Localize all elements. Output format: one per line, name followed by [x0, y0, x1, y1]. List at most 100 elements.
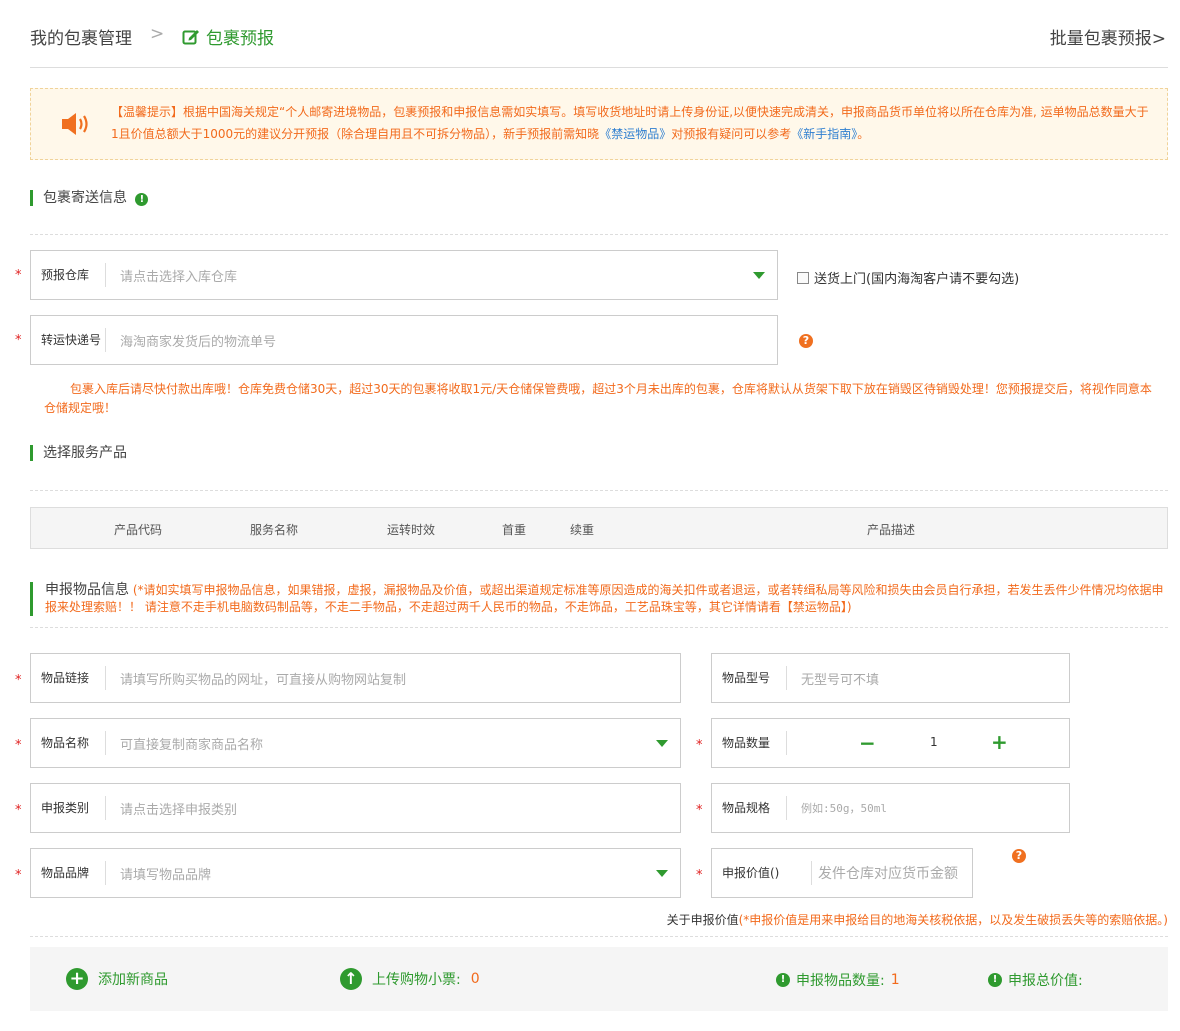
item-model-label: 物品型号 [712, 666, 787, 690]
col-service-name: 服务名称 [250, 523, 299, 537]
declare-value-note: 关于申报价值(*申报价值是用来申报给目的地海关核税依据，以及发生破损丢失等的索赔… [667, 911, 1168, 928]
info-icon: ! [988, 973, 1002, 987]
divider [30, 627, 1168, 628]
divider [30, 490, 1168, 491]
warehouse-placeholder: 请点击选择入库仓库 [120, 269, 238, 285]
banned-items-link[interactable]: 《禁运物品》 [599, 127, 671, 141]
quantity-controls: − 1 + [787, 719, 1069, 767]
upload-receipt-label: 上传购物小票: [372, 972, 461, 988]
storage-notice: 包裹入库后请尽快付款出库哦！仓库免费仓储30天，超过30天的包裹将收取1元/天仓… [44, 382, 1152, 415]
required-mark: * [696, 738, 703, 753]
beginner-guide-link[interactable]: 《新手指南》 [791, 127, 857, 141]
declare-category-placeholder: 请点击选择申报类别 [120, 802, 238, 818]
breadcrumb-current-label: 包裹预报 [206, 29, 274, 49]
divider [30, 234, 1168, 235]
declare-category-select[interactable]: 申报类别 请点击选择申报类别 [30, 783, 681, 833]
header-divider [30, 67, 1168, 68]
add-item-label: 添加新商品 [98, 972, 168, 988]
add-item-button[interactable]: + 添加新商品 [66, 968, 168, 990]
item-brand-combobox[interactable]: 物品品牌 请填写物品品牌 [30, 848, 681, 898]
tip-text-b: 对预报有疑问可以参考 [671, 127, 792, 141]
tracking-label: 转运快递号 [31, 328, 106, 352]
declare-value-note-text: (*申报价值是用来申报给目的地海关核税依据，以及发生破损丢失等的索赔依据。) [738, 913, 1168, 927]
plus-circle-icon: + [66, 968, 88, 990]
upload-icon: ↑ [340, 968, 362, 990]
breadcrumb-root[interactable]: 我的包裹管理 [30, 24, 132, 49]
chevron-down-icon[interactable] [656, 739, 668, 747]
speaker-icon [62, 113, 88, 135]
section-service-label: 选择服务产品 [43, 445, 127, 461]
tracking-placeholder: 海淘商家发货后的物流单号 [120, 334, 277, 350]
delivery-option[interactable]: 送货上门(国内海淘客户请不要勾选) [797, 268, 1019, 287]
breadcrumb-current: 包裹预报 [182, 24, 274, 49]
edit-icon [182, 29, 199, 44]
declare-value-input[interactable]: 申报价值() 发件仓库对应货币金额 [711, 848, 973, 898]
item-model-placeholder: 无型号可不填 [801, 672, 880, 688]
declare-value-label: 申报价值() [712, 861, 812, 885]
quantity-decrement-button[interactable]: − [859, 731, 876, 755]
item-name-label: 物品名称 [31, 731, 106, 755]
breadcrumb-separator: > [150, 24, 165, 44]
item-link-placeholder: 请填写所购买物品的网址，可直接从购物网站复制 [120, 672, 407, 688]
required-mark: * [15, 333, 22, 348]
warehouse-select[interactable]: 预报仓库 请点击选择入库仓库 [30, 250, 778, 300]
help-icon[interactable]: ? [799, 334, 813, 348]
item-model-input[interactable]: 物品型号 无型号可不填 [711, 653, 1070, 703]
delivery-label: 送货上门(国内海淘客户请不要勾选) [814, 272, 1020, 287]
col-product-desc: 产品描述 [867, 523, 916, 537]
help-icon[interactable]: ? [1012, 849, 1026, 863]
required-mark: * [15, 803, 22, 818]
required-mark: * [15, 868, 22, 883]
item-spec-input[interactable]: 物品规格 例如:50g，50ml [711, 783, 1070, 833]
declare-value-note-prefix: 关于申报价值 [666, 913, 739, 927]
warehouse-label: 预报仓库 [31, 263, 106, 287]
divider [30, 936, 1168, 937]
batch-forecast-link[interactable]: 批量包裹预报> [1050, 24, 1166, 49]
item-name-placeholder: 可直接复制商家商品名称 [120, 737, 264, 753]
declare-category-label: 申报类别 [31, 796, 106, 820]
declared-qty: ! 申报物品数量: 1 [776, 970, 900, 990]
col-transit-time: 运转时效 [387, 523, 436, 537]
section-shipping-title: 包裹寄送信息 ! [30, 190, 149, 206]
required-mark: * [15, 268, 22, 283]
col-first-weight: 首重 [502, 523, 527, 537]
item-spec-placeholder: 例如:50g，50ml [801, 802, 887, 815]
chevron-down-icon[interactable] [656, 869, 668, 877]
upload-receipt-button[interactable]: ↑ 上传购物小票: 0 [340, 968, 480, 990]
required-mark: * [696, 868, 703, 883]
required-mark: * [696, 803, 703, 818]
declare-value-placeholder: 发件仓库对应货币金额 [818, 866, 958, 882]
quantity-stepper[interactable]: 物品数量 − 1 + [711, 718, 1070, 768]
quantity-increment-button[interactable]: + [991, 730, 1008, 754]
item-name-combobox[interactable]: 物品名称 可直接复制商家商品名称 [30, 718, 681, 768]
item-spec-label: 物品规格 [712, 796, 787, 820]
section-declare-title: 申报物品信息 (*请如实填写申报物品信息，如果错报，虚报，漏报物品及价值，或超出… [30, 582, 1170, 616]
item-link-input[interactable]: 物品链接 请填写所购买物品的网址，可直接从购物网站复制 [30, 653, 681, 703]
declared-qty-value: 1 [890, 972, 900, 988]
col-product-code: 产品代码 [114, 523, 163, 537]
section-service-title: 选择服务产品 [30, 445, 127, 461]
item-brand-label: 物品品牌 [31, 861, 106, 885]
required-mark: * [15, 673, 22, 688]
receipt-count: 0 [470, 971, 480, 987]
tip-notice-text: 【温馨提示】根据中国海关规定“个人邮寄进境物品，包裹预报和申报信息需如实填写。填… [111, 101, 1156, 145]
required-mark: * [15, 738, 22, 753]
delivery-checkbox[interactable] [797, 271, 809, 284]
declared-total: ! 申报总价值: [988, 970, 1083, 990]
item-link-label: 物品链接 [31, 666, 106, 690]
item-qty-label: 物品数量 [712, 731, 787, 755]
chevron-down-icon [753, 271, 765, 279]
section-declare-note: (*请如实填写申报物品信息，如果错报，虚报，漏报物品及价值，或超出渠道规定标准等… [45, 583, 1164, 614]
info-icon: ! [776, 973, 790, 987]
col-additional-weight: 续重 [570, 523, 595, 537]
item-brand-placeholder: 请填写物品品牌 [120, 867, 212, 883]
quantity-value[interactable]: 1 [930, 735, 938, 749]
tracking-number-input[interactable]: 转运快递号 海淘商家发货后的物流单号 [30, 315, 778, 365]
summary-bar: + 添加新商品 ↑ 上传购物小票: 0 ! 申报物品数量: 1 ! 申报总价值: [30, 947, 1168, 1011]
section-shipping-label: 包裹寄送信息 [43, 190, 127, 206]
tip-text-c: 。 [857, 127, 870, 141]
declared-qty-label: 申报物品数量: [796, 973, 885, 989]
service-table-header: 产品代码 服务名称 运转时效 首重 续重 产品描述 [30, 507, 1168, 549]
declared-total-label: 申报总价值: [1008, 973, 1083, 989]
info-icon[interactable]: ! [135, 193, 149, 206]
